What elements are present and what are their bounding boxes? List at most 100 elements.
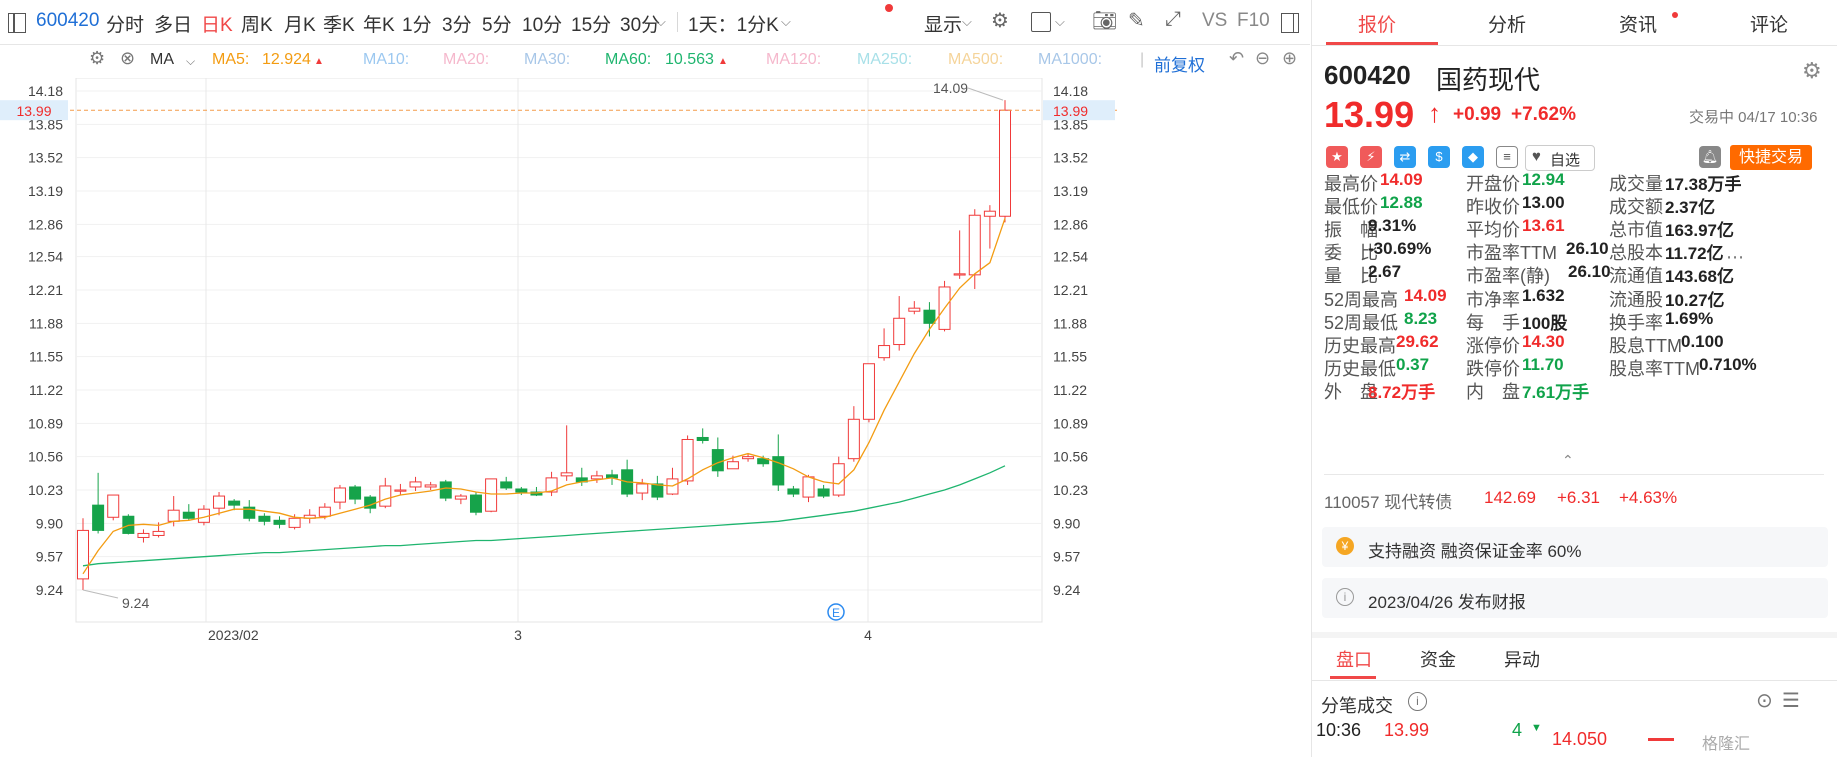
candle-body[interactable] bbox=[500, 481, 513, 489]
candle-body[interactable] bbox=[817, 488, 830, 497]
tab-daily-k[interactable]: 日K bbox=[201, 10, 233, 37]
candle-body[interactable] bbox=[137, 532, 150, 538]
candle-body[interactable] bbox=[318, 506, 331, 517]
candle-body[interactable] bbox=[742, 456, 755, 460]
candle-body[interactable] bbox=[469, 494, 482, 513]
candle-body[interactable] bbox=[953, 273, 966, 276]
display-menu[interactable]: 显示 bbox=[924, 10, 962, 37]
tab-3min[interactable]: 3分 bbox=[442, 10, 472, 37]
candle-body[interactable] bbox=[802, 476, 815, 498]
tab-fenshi[interactable]: 分时 bbox=[106, 10, 144, 37]
zoom-out-icon[interactable]: ⊖ bbox=[1255, 48, 1270, 69]
candle-body[interactable] bbox=[213, 495, 226, 509]
f10-button[interactable]: F10 bbox=[1237, 10, 1270, 32]
document-icon[interactable]: ≡ bbox=[1496, 146, 1518, 168]
china-flag-icon[interactable]: ★ bbox=[1326, 146, 1348, 168]
candle-body[interactable] bbox=[167, 509, 180, 522]
panel-toggle-icon[interactable] bbox=[8, 13, 26, 33]
pencil-icon[interactable]: ✎ bbox=[1128, 8, 1145, 33]
candle-body[interactable] bbox=[288, 517, 301, 528]
tab-fund-flow[interactable]: 资金 bbox=[1420, 646, 1456, 672]
tab-news[interactable]: 资讯 bbox=[1619, 10, 1657, 37]
candle-body[interactable] bbox=[832, 463, 845, 496]
settings-gear-icon[interactable]: ⚙ bbox=[89, 48, 105, 69]
candle-body[interactable] bbox=[182, 511, 195, 519]
tab-yearly-k[interactable]: 年K bbox=[363, 10, 395, 37]
indicator-type[interactable]: MA bbox=[150, 51, 174, 69]
collapse-chevron-icon[interactable]: ⌃ bbox=[1562, 452, 1574, 469]
adjust-mode-button[interactable]: 前复权 bbox=[1154, 51, 1205, 76]
settings-gear-icon[interactable]: ⚙ bbox=[991, 8, 1009, 33]
candle-body[interactable] bbox=[651, 483, 664, 498]
list-view-icon[interactable]: ☰ bbox=[1782, 688, 1800, 713]
candle-body[interactable] bbox=[787, 488, 800, 495]
tab-anomaly[interactable]: 异动 bbox=[1504, 646, 1540, 672]
candle-body[interactable] bbox=[878, 345, 891, 359]
candle-body[interactable] bbox=[107, 494, 120, 518]
candle-body[interactable] bbox=[333, 487, 346, 503]
candle-body[interactable] bbox=[908, 307, 921, 312]
dollar-icon[interactable]: $ bbox=[1428, 146, 1450, 168]
tab-30min[interactable]: 30分 bbox=[620, 10, 660, 37]
candle-body[interactable] bbox=[983, 210, 996, 217]
tab-comments[interactable]: 评论 bbox=[1750, 10, 1788, 37]
candle-body[interactable] bbox=[379, 485, 392, 507]
candle-body[interactable] bbox=[696, 436, 709, 442]
undo-icon[interactable]: ↶ bbox=[1229, 48, 1244, 69]
tag-icon[interactable]: ◆ bbox=[1462, 146, 1484, 168]
candle-body[interactable] bbox=[726, 461, 739, 470]
settings-gear-icon[interactable]: ⚙ bbox=[1802, 58, 1822, 84]
chevron-down-icon[interactable]: ⌵ bbox=[656, 14, 666, 30]
info-icon[interactable]: i bbox=[1408, 692, 1427, 711]
candle-body[interactable] bbox=[152, 530, 165, 536]
candle-body[interactable] bbox=[349, 486, 362, 500]
tab-1min[interactable]: 1分 bbox=[402, 10, 432, 37]
zoom-in-icon[interactable]: ⊕ bbox=[1282, 48, 1297, 69]
kline-chart[interactable]: 14.18 14.1813.85 13.8513.52 13.5213.19 13.19… bbox=[0, 78, 1310, 757]
tab-analysis[interactable]: 分析 bbox=[1488, 10, 1526, 37]
interval-select[interactable]: 1天：1分K bbox=[688, 10, 779, 37]
chevron-down-icon[interactable]: ⌵ bbox=[781, 14, 791, 30]
fullscreen-icon[interactable]: ⤢ bbox=[1165, 8, 1181, 31]
candle-body[interactable] bbox=[485, 478, 498, 512]
candle-body[interactable] bbox=[968, 214, 981, 276]
candle-body[interactable] bbox=[454, 495, 467, 500]
shuffle-icon[interactable]: ⇄ bbox=[1394, 146, 1416, 168]
tab-quote[interactable]: 报价 bbox=[1358, 10, 1396, 37]
stock-code[interactable]: 600420 bbox=[36, 10, 99, 32]
candle-body[interactable] bbox=[424, 484, 437, 488]
candle-body[interactable] bbox=[893, 317, 906, 346]
bell-button[interactable]: 🔔︎ bbox=[1699, 146, 1721, 168]
sidebar-toggle-icon[interactable] bbox=[1281, 13, 1299, 33]
chevron-down-icon[interactable]: ⌵ bbox=[962, 14, 972, 30]
candle-body[interactable] bbox=[847, 418, 860, 460]
chevron-down-icon[interactable]: ⌵ bbox=[186, 54, 195, 69]
candle-body[interactable] bbox=[681, 438, 694, 482]
more-options-icon[interactable]: ⋯ bbox=[1726, 247, 1744, 268]
candle-body[interactable] bbox=[273, 519, 286, 525]
camera-icon[interactable]: 📷︎ bbox=[1092, 8, 1117, 33]
square-select-icon[interactable] bbox=[1031, 12, 1051, 32]
add-watchlist-button[interactable]: ♥ 自选 bbox=[1525, 145, 1595, 171]
candle-body[interactable] bbox=[394, 489, 407, 492]
candle-body[interactable] bbox=[258, 515, 271, 522]
tab-15min[interactable]: 15分 bbox=[571, 10, 611, 37]
tab-duori[interactable]: 多日 bbox=[154, 10, 192, 37]
candle-body[interactable] bbox=[999, 109, 1011, 217]
tab-5min[interactable]: 5分 bbox=[482, 10, 512, 37]
vs-compare-button[interactable]: VS bbox=[1202, 10, 1227, 32]
candle-body[interactable] bbox=[923, 309, 936, 324]
candle-body[interactable] bbox=[560, 472, 573, 477]
convertible-bond-name[interactable]: 110057 现代转债 bbox=[1324, 488, 1452, 513]
candle-body[interactable] bbox=[92, 504, 105, 531]
candle-body[interactable] bbox=[228, 500, 241, 506]
tab-quarterly-k[interactable]: 季K bbox=[323, 10, 355, 37]
more-options-icon[interactable]: ⊙ bbox=[1756, 688, 1773, 713]
close-circle-icon[interactable]: ⊗ bbox=[120, 48, 135, 69]
candle-body[interactable] bbox=[711, 449, 724, 472]
tab-10min[interactable]: 10分 bbox=[522, 10, 562, 37]
lightning-icon[interactable]: ⚡ bbox=[1360, 146, 1382, 168]
candle-body[interactable] bbox=[77, 529, 89, 580]
candle-body[interactable] bbox=[862, 363, 875, 420]
candle-body[interactable] bbox=[636, 483, 649, 494]
